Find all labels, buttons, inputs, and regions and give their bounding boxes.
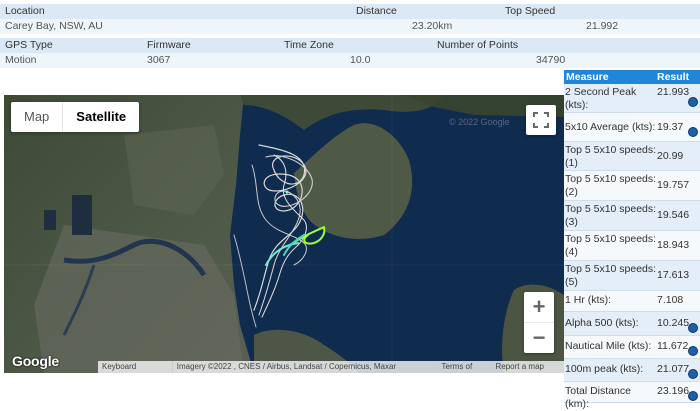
time-zone-value: 10.0 (350, 54, 371, 66)
measure-value: 19.757 (657, 179, 690, 191)
keyboard-shortcuts-link[interactable]: Keyboard shortcuts (98, 361, 172, 373)
measure-label: Top 5 5x10 speeds: (2) (565, 173, 657, 198)
location-value: Carey Bay, NSW, AU (5, 20, 103, 32)
measure-value: 21.077 (657, 363, 690, 375)
measures-rows: 2 Second Peak (kts): 21.993 5x10 Average… (564, 84, 700, 410)
map-imagery (4, 95, 564, 373)
info-icon[interactable] (688, 97, 698, 107)
header-top-speed: Top Speed (505, 5, 556, 17)
measure-label: 2 Second Peak (kts): (565, 86, 637, 111)
zoom-out-button[interactable]: − (524, 323, 554, 353)
summary-header-row-2: GPS Type Firmware Time Zone Number of Po… (0, 38, 700, 53)
measure-value: 17.613 (657, 269, 690, 281)
header-distance: Distance (356, 5, 397, 17)
measure-value: 11.672 (657, 340, 689, 352)
satellite-map[interactable]: © 2022 Google Map Satellite + − Google K… (4, 95, 564, 373)
measure-row: 2 Second Peak (kts): 21.993 (564, 84, 700, 113)
measure-label: 5x10 Average (kts): (565, 121, 656, 133)
map-attribution-bar: Keyboard shortcuts Imagery ©2022 , CNES … (98, 361, 564, 373)
measure-row: Top 5 5x10 speeds: (1) 20.99 (564, 142, 700, 171)
report-map-error-link[interactable]: Report a map error (490, 361, 564, 373)
measure-label: Alpha 500 (kts): (565, 317, 639, 329)
header-firmware: Firmware (147, 39, 191, 51)
points-value: 34790 (536, 54, 566, 66)
map-watermark: © 2022 Google (449, 117, 510, 127)
measure-value: 23.196 (657, 385, 690, 397)
header-location: Location (5, 5, 45, 17)
measure-row: Alpha 500 (kts): 10.245 (564, 312, 700, 336)
result-column-header: Result (657, 71, 690, 83)
measure-label: Top 5 5x10 speeds: (1) (565, 144, 657, 169)
info-icon[interactable] (688, 127, 698, 137)
measure-label: 100m peak (kts): (565, 363, 644, 375)
measure-row: Top 5 5x10 speeds: (3) 19.546 (564, 201, 700, 231)
measure-row: Top 5 5x10 speeds: (2) 19.757 (564, 171, 700, 201)
measure-label: Nautical Mile (kts): (565, 340, 652, 352)
imagery-credit: Imagery ©2022 , CNES / Airbus, Landsat /… (171, 361, 437, 373)
info-icon[interactable] (688, 369, 698, 379)
measure-row: 100m peak (kts): 21.077 (564, 359, 700, 382)
measure-label: Total Distance (km): (565, 385, 631, 410)
fullscreen-icon (533, 112, 549, 128)
terms-of-use-link[interactable]: Terms of Use (436, 361, 491, 373)
info-icon[interactable] (688, 323, 698, 333)
measure-label: 1 Hr (kts): (565, 294, 612, 306)
measure-value: 10.245 (657, 317, 690, 329)
measures-header: Measure Result (564, 70, 700, 84)
summary-values-row-2: Motion 3067 10.0 34790 (0, 53, 700, 68)
fullscreen-button[interactable] (526, 105, 556, 135)
measure-value: 19.546 (657, 209, 690, 221)
measure-row: Nautical Mile (kts): 11.672 (564, 336, 700, 359)
measure-row: Top 5 5x10 speeds: (5) 17.613 (564, 261, 700, 291)
top-speed-value: 21.992 (586, 20, 619, 32)
summary-values-row-1: Carey Bay, NSW, AU 23.20km 21.992 (0, 19, 700, 34)
summary-header-row-1: Location Distance Top Speed (0, 4, 700, 19)
measure-label: Top 5 5x10 speeds: (5) (565, 263, 657, 288)
measures-table: Measure Result 2 Second Peak (kts): 21.9… (564, 70, 700, 410)
gps-type-value: Motion (5, 54, 37, 66)
google-logo: Google (12, 353, 60, 369)
map-type-control: Map Satellite (11, 102, 140, 132)
info-icon[interactable] (688, 346, 698, 356)
header-number-of-points: Number of Points (437, 39, 519, 51)
measure-row: 5x10 Average (kts): 19.37 (564, 113, 700, 142)
measure-value: 7.108 (657, 294, 684, 306)
measure-value: 21.993 (657, 86, 690, 98)
map-type-satellite-button[interactable]: Satellite (63, 102, 139, 132)
header-gps-type: GPS Type (5, 39, 53, 51)
measure-column-header: Measure (566, 71, 609, 83)
zoom-in-button[interactable]: + (524, 292, 554, 323)
measure-label: Top 5 5x10 speeds: (3) (565, 203, 657, 228)
firmware-value: 3067 (147, 54, 171, 66)
measure-row: Top 5 5x10 speeds: (4) 18.943 (564, 231, 700, 261)
measure-value: 18.943 (657, 239, 690, 251)
measure-row: 1 Hr (kts): 7.108 (564, 291, 700, 312)
map-type-map-button[interactable]: Map (11, 102, 64, 132)
measure-value: 20.99 (657, 150, 684, 162)
distance-value: 23.20km (412, 20, 453, 32)
header-time-zone: Time Zone (284, 39, 334, 51)
zoom-control: + − (524, 292, 554, 353)
measure-value: 19.37 (657, 121, 684, 133)
measure-label: Top 5 5x10 speeds: (4) (565, 233, 657, 258)
